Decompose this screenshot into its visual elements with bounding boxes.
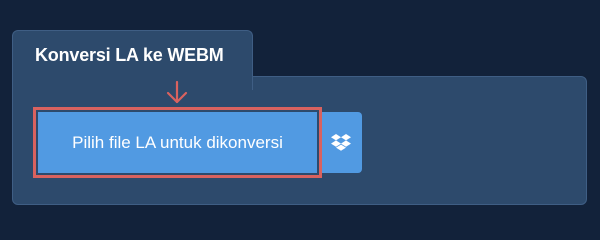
arrow-down-icon <box>166 80 188 104</box>
tab-title: Konversi LA ke WEBM <box>35 45 224 65</box>
dropbox-icon <box>331 133 351 151</box>
dropbox-button[interactable] <box>320 112 362 173</box>
pick-file-button[interactable]: Pilih file LA untuk dikonversi <box>38 112 317 173</box>
converter-tab: Konversi LA ke WEBM <box>12 30 253 90</box>
pick-file-label: Pilih file LA untuk dikonversi <box>72 132 283 152</box>
